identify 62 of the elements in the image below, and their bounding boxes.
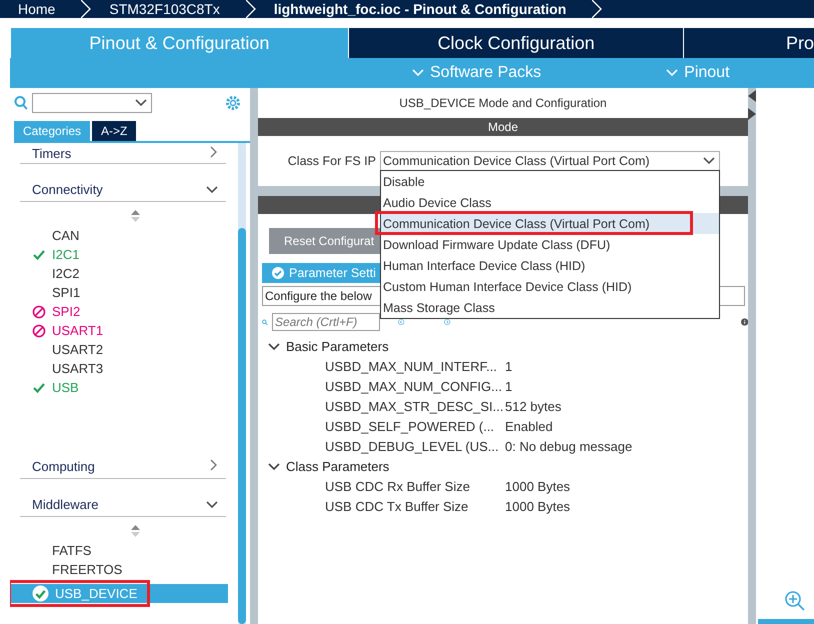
chevron-down-icon: [412, 69, 424, 77]
dropdown-option[interactable]: Mass Storage Class: [381, 297, 719, 318]
category-header[interactable]: Middleware: [32, 496, 98, 512]
parameter-name: USB CDC Tx Buffer Size: [325, 498, 470, 514]
dropdown-option[interactable]: Disable: [381, 171, 719, 192]
peripheral-item[interactable]: SPI2: [10, 302, 236, 321]
parameter-value[interactable]: Enabled: [505, 418, 553, 434]
parameter-value[interactable]: 1000 Bytes: [505, 478, 570, 494]
dropdown-option[interactable]: Human Interface Device Class (HID): [381, 255, 719, 276]
parameter-name: USBD_MAX_NUM_CONFIG...: [325, 378, 503, 394]
field-label: Class For FS IP: [286, 154, 376, 168]
parameter-value[interactable]: 1: [505, 378, 512, 394]
chevron-right-icon: [210, 146, 218, 158]
parameter-value[interactable]: 1000 Bytes: [505, 498, 570, 514]
chevron-down-icon: [268, 462, 280, 470]
dropdown-option[interactable]: Download Firmware Update Class (DFU): [381, 234, 719, 255]
parameter-name: USB CDC Rx Buffer Size: [325, 478, 471, 494]
group-header[interactable]: Basic Parameters: [286, 338, 389, 354]
breadcrumb-item[interactable]: Home: [0, 0, 82, 18]
peripheral-item[interactable]: I2C2: [10, 264, 236, 283]
zoom-icon[interactable]: [784, 590, 806, 612]
parameter-name: USBD_DEBUG_LEVEL (US...: [325, 438, 500, 454]
sort-icon[interactable]: [130, 210, 140, 222]
peripheral-item[interactable]: USART2: [10, 340, 236, 359]
category-header[interactable]: Timers: [32, 146, 72, 160]
category-header[interactable]: Connectivity: [32, 182, 103, 196]
settings-icon[interactable]: [224, 94, 242, 112]
sort-icon[interactable]: [130, 525, 140, 537]
chevron-down-icon: [666, 69, 678, 77]
chevron-down-icon: [206, 500, 218, 508]
peripheral-item[interactable]: FATFS: [10, 541, 236, 560]
peripheral-item[interactable]: USART3: [10, 359, 236, 378]
group-header[interactable]: Class Parameters: [286, 458, 390, 474]
chevron-down-icon: [268, 342, 280, 350]
breadcrumb-item[interactable]: STM32F103C8Tx: [91, 0, 246, 18]
parameter-name: USBD_SELF_POWERED (...: [325, 418, 496, 434]
parameter-value[interactable]: 0: No debug message: [505, 438, 632, 454]
scrollbar-thumb[interactable]: [238, 228, 246, 624]
parameter-name: USBD_MAX_NUM_INTERF...: [325, 358, 498, 374]
chevron-down-icon: [703, 157, 715, 165]
chevron-down-icon: [206, 186, 218, 194]
parameter-value[interactable]: 1: [505, 358, 512, 374]
peripheral-item[interactable]: CAN: [10, 226, 236, 245]
dropdown-option[interactable]: Custom Human Interface Device Class (HID): [381, 276, 719, 297]
category-header[interactable]: Computing: [32, 458, 95, 474]
breadcrumb-item[interactable]: lightweight_foc.ioc - Pinout & Configuration: [256, 0, 592, 18]
peripheral-item[interactable]: FREERTOS: [10, 560, 236, 579]
view-tab[interactable]: A->Z: [92, 121, 136, 141]
parameter-name: USBD_MAX_STR_DESC_SI...: [325, 398, 504, 414]
chevron-right-icon: [210, 458, 218, 470]
chevron-down-icon: [135, 99, 147, 107]
search-field[interactable]: Search (Crtl+F): [272, 313, 380, 331]
peripheral-item[interactable]: SPI1: [10, 283, 236, 302]
parameter-value[interactable]: 512 bytes: [505, 398, 562, 414]
dropdown-option[interactable]: Audio Device Class: [381, 192, 719, 213]
section-header: Mode: [258, 118, 748, 136]
panel-title: USB_DEVICE Mode and Configuration: [398, 95, 608, 112]
peripheral-item[interactable]: USART1: [10, 321, 236, 340]
tab[interactable]: Pro: [683, 28, 814, 58]
check-circle-icon: [272, 267, 284, 279]
tab[interactable]: Clock Configuration: [348, 28, 684, 58]
search-dropdown[interactable]: [32, 93, 152, 113]
